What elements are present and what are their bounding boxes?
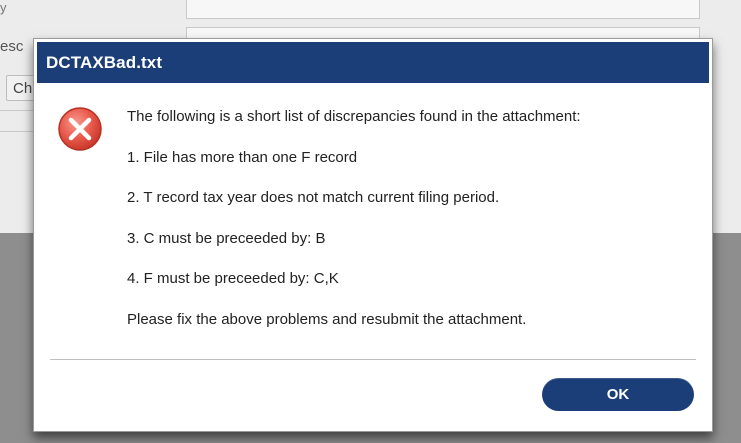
message-area: The following is a short list of discrep… (127, 107, 702, 351)
ok-button[interactable]: OK (542, 378, 694, 411)
background-input-field[interactable] (186, 0, 700, 19)
discrepancy-item: 3. C must be preceeded by: B (127, 229, 326, 247)
discrepancy-item: 4. F must be preceeded by: C,K (127, 270, 339, 288)
discrepancy-item: 1. File has more than one F record (127, 148, 358, 166)
dialog-titlebar[interactable]: DCTAXBad.txt (37, 42, 709, 83)
error-x-icon (58, 107, 102, 151)
discrepancy-item: 2. T record tax year does not match curr… (127, 189, 500, 207)
dialog-title: DCTAXBad.txt (46, 52, 163, 72)
error-dialog: DCTAXBad.txt The following is a short li… (33, 38, 713, 432)
message-intro: The following is a short list of discrep… (127, 108, 581, 125)
dialog-separator (50, 359, 696, 360)
message-closing: Please fix the above problems and resubm… (127, 310, 527, 328)
background-label-fragment: y (0, 0, 7, 15)
